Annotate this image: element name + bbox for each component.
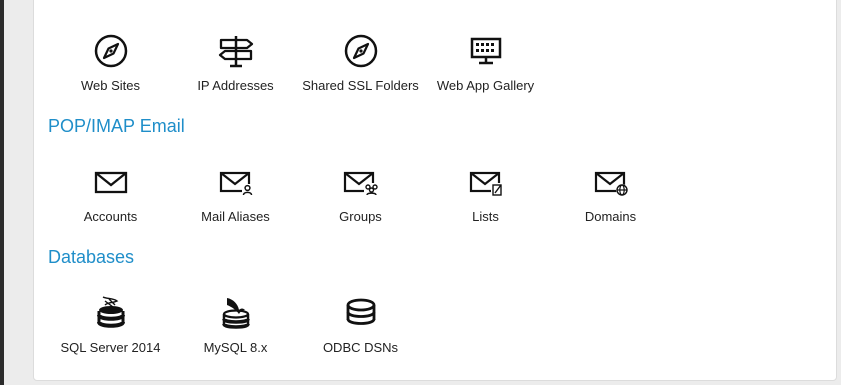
tile-label: Domains — [584, 209, 637, 224]
envelope-icon — [91, 164, 131, 200]
websites-row: Web Sites IP Addresses Shared SSL Folder… — [48, 33, 548, 93]
tile-accounts[interactable]: Accounts — [48, 164, 173, 224]
tile-lists[interactable]: Lists — [423, 164, 548, 224]
tile-shared-ssl-folders[interactable]: Shared SSL Folders — [298, 33, 423, 93]
envelope-list-icon — [466, 164, 506, 200]
section-title-email: POP/IMAP Email — [48, 116, 185, 136]
tile-domains[interactable]: Domains — [548, 164, 673, 224]
sql-server-icon — [91, 295, 131, 331]
tile-label: SQL Server 2014 — [60, 340, 161, 355]
tile-odbc-dsns[interactable]: ODBC DSNs — [298, 295, 423, 355]
tile-web-app-gallery[interactable]: Web App Gallery — [423, 33, 548, 93]
tile-label: Web App Gallery — [436, 78, 535, 93]
tile-mysql-8x[interactable]: MySQL 8.x — [173, 295, 298, 355]
email-row: Accounts Mail Aliases Groups Lists Domai… — [48, 164, 673, 224]
tile-label: Groups — [339, 209, 382, 224]
tile-ip-addresses[interactable]: IP Addresses — [173, 33, 298, 93]
tile-label: IP Addresses — [197, 78, 274, 93]
database-stack-icon — [341, 295, 381, 331]
tile-label: MySQL 8.x — [203, 340, 268, 355]
tile-label: Lists — [472, 209, 499, 224]
tile-web-sites[interactable]: Web Sites — [48, 33, 173, 93]
tile-mail-aliases[interactable]: Mail Aliases — [173, 164, 298, 224]
monitor-grid-icon — [466, 33, 506, 69]
tile-label: Shared SSL Folders — [302, 78, 419, 93]
envelope-user-icon — [216, 164, 256, 200]
tile-groups[interactable]: Groups — [298, 164, 423, 224]
left-edge-border — [0, 0, 4, 385]
compass-icon — [91, 33, 131, 69]
envelope-globe-icon — [591, 164, 631, 200]
tile-label: Web Sites — [80, 78, 140, 93]
signpost-icon — [216, 33, 256, 69]
databases-row: SQL Server 2014 MySQL 8.x ODBC DSNs — [48, 295, 423, 355]
tile-label: Mail Aliases — [201, 209, 270, 224]
tile-label: Accounts — [83, 209, 138, 224]
tile-label: ODBC DSNs — [322, 340, 399, 355]
mysql-dolphin-icon — [216, 295, 256, 331]
compass-icon — [341, 33, 381, 69]
envelope-group-icon — [341, 164, 381, 200]
section-title-databases: Databases — [48, 247, 135, 267]
tile-sql-server-2014[interactable]: SQL Server 2014 — [48, 295, 173, 355]
